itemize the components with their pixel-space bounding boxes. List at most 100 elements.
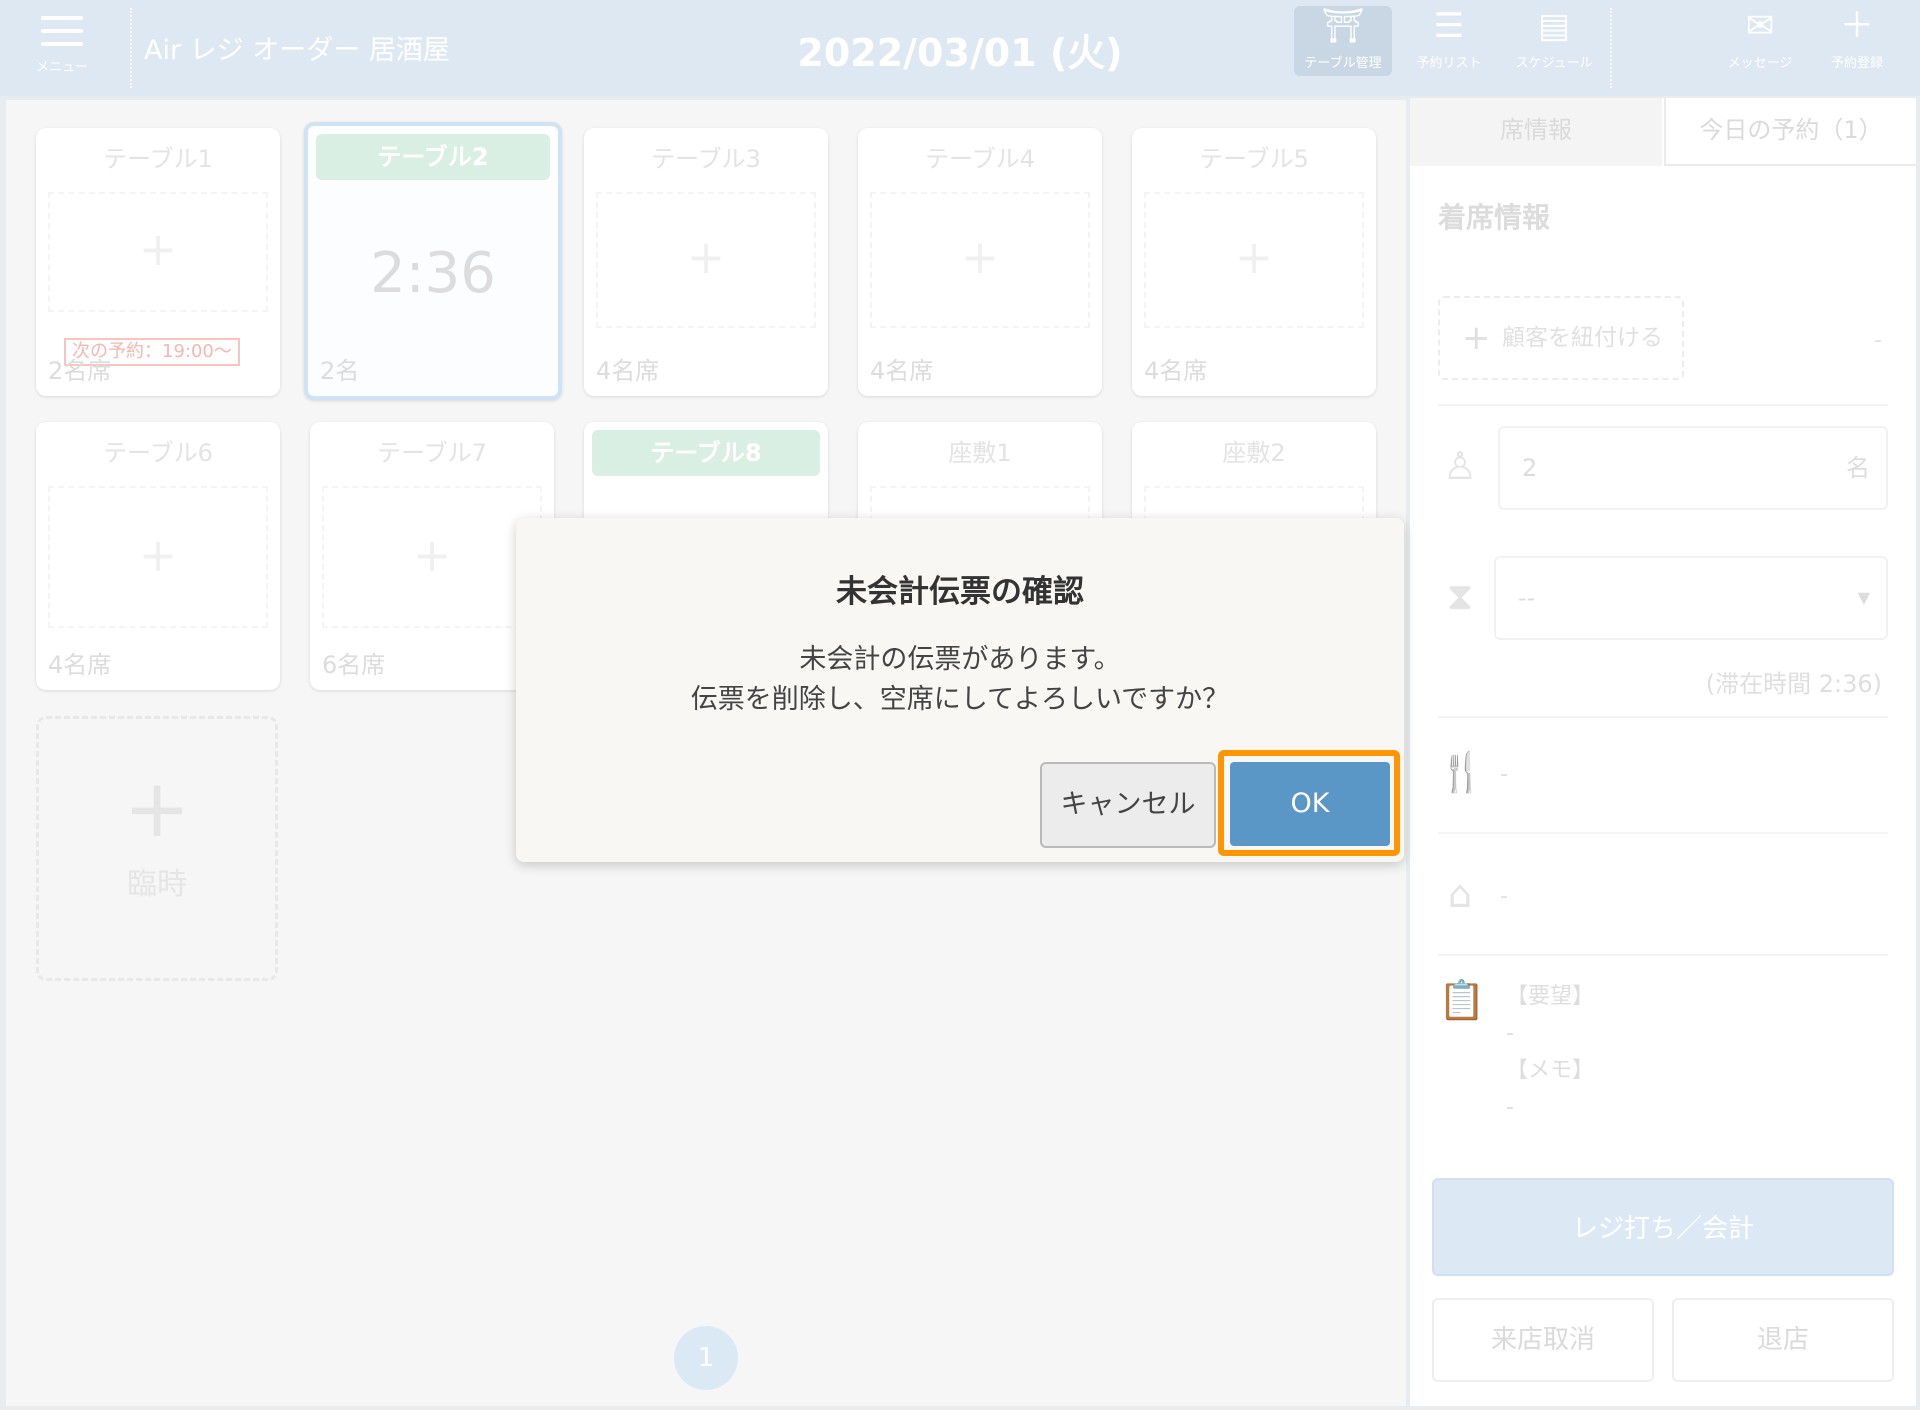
- table-name: テーブル3: [651, 145, 761, 173]
- temporary-seat-button[interactable]: + 臨時: [36, 716, 278, 981]
- plus-icon: +: [686, 230, 726, 284]
- customer-value: -: [1874, 328, 1882, 353]
- memo-value: -: [1506, 1095, 1514, 1120]
- current-date: 2022/03/01 (火): [797, 31, 1123, 75]
- cutlery-icon: 🍴: [1438, 750, 1486, 794]
- divider: [1438, 716, 1888, 718]
- course-value: -: [1500, 762, 1508, 787]
- plus-icon: +: [138, 528, 178, 582]
- seat-info-panel: 席情報 今日の予約（1） 着席情報 + 顧客を紐付ける - ♙ 2 名 ⧗ --…: [1410, 98, 1916, 1406]
- tag-icon: ⌂: [1447, 872, 1473, 916]
- guest-count-value: 2: [1522, 454, 1538, 482]
- table-capacity: 4名席: [596, 357, 660, 385]
- table-name: テーブル8: [592, 430, 820, 476]
- table-capacity: 4名席: [48, 651, 112, 679]
- guest-count-field[interactable]: 2 名: [1498, 426, 1888, 510]
- divider: [1438, 404, 1888, 406]
- leave-button[interactable]: 退店: [1672, 1298, 1894, 1382]
- person-icon: ♙: [1442, 444, 1478, 488]
- duration-select[interactable]: -- ▼: [1494, 556, 1888, 640]
- register-checkout-button[interactable]: レジ打ち／会計: [1432, 1178, 1894, 1276]
- table-name: 座敷2: [1222, 439, 1286, 467]
- memo-label: 【メモ】: [1506, 1058, 1595, 1083]
- table-name: テーブル6: [103, 439, 213, 467]
- message-button[interactable]: ✉ メッセージ: [1712, 6, 1808, 76]
- table-capacity: 6名席: [322, 651, 386, 679]
- hourglass-icon: ⧗: [1446, 574, 1474, 618]
- request-value: -: [1506, 1021, 1514, 1046]
- schedule-label: スケジュール: [1515, 56, 1593, 71]
- duration-value: --: [1518, 584, 1536, 612]
- table-capacity: 2名: [320, 357, 360, 385]
- dialog-title: 未会計伝票の確認: [836, 574, 1084, 610]
- table-card-1[interactable]: テーブル1 + 次の予約：19:00〜 2名席: [36, 128, 280, 396]
- list-icon: ☰: [1433, 6, 1465, 46]
- link-customer-label: 顧客を紐付ける: [1502, 325, 1663, 351]
- table-name: テーブル2: [316, 134, 550, 180]
- table-card-5[interactable]: テーブル5 + 4名席: [1132, 128, 1376, 396]
- reservation-list-button[interactable]: ☰ 予約リスト: [1402, 6, 1496, 76]
- table-card-4[interactable]: テーブル4 + 4名席: [858, 128, 1102, 396]
- guest-count-unit: 名: [1846, 454, 1870, 482]
- dialog-message: 未会計の伝票があります。 伝票を削除し、空席にしてよろしいですか？: [516, 640, 1404, 720]
- plus-icon: +: [960, 230, 1000, 284]
- section-title: 着席情報: [1438, 201, 1551, 234]
- reservation-list-label: 予約リスト: [1416, 56, 1482, 71]
- plus-icon: +: [1462, 318, 1491, 358]
- add-order-area: +: [870, 192, 1090, 328]
- table-name: テーブル7: [377, 439, 487, 467]
- ok-button[interactable]: OK: [1230, 762, 1390, 846]
- header: メニュー Air レジ オーダー 居酒屋 2022/03/01 (火) ⛩ テー…: [0, 0, 1920, 96]
- header-divider: [130, 8, 132, 88]
- tab-today-reservations[interactable]: 今日の予約（1）: [1664, 98, 1916, 166]
- app-title: Air レジ オーダー 居酒屋: [144, 35, 450, 66]
- table-name: 座敷1: [948, 439, 1012, 467]
- table-management-label: テーブル管理: [1304, 56, 1382, 71]
- table-name: テーブル1: [103, 145, 213, 173]
- add-order-area: +: [48, 486, 268, 628]
- plus-icon: +: [412, 528, 452, 582]
- confirm-dialog: 未会計伝票の確認 未会計の伝票があります。 伝票を削除し、空席にしてよろしいです…: [516, 518, 1404, 862]
- table-capacity: 2名席: [48, 357, 112, 385]
- add-order-area: +: [322, 486, 542, 628]
- message-label: メッセージ: [1727, 56, 1793, 71]
- table-management-button[interactable]: ⛩ テーブル管理: [1294, 6, 1392, 76]
- clipboard-icon: 📋: [1438, 978, 1486, 1022]
- table-icon: ⛩: [1321, 6, 1365, 46]
- table-card-6[interactable]: テーブル6 + 4名席: [36, 422, 280, 690]
- link-customer-button[interactable]: + 顧客を紐付ける: [1438, 296, 1684, 380]
- add-reservation-button[interactable]: ＋ 予約登録: [1812, 6, 1902, 76]
- table-card-3[interactable]: テーブル3 + 4名席: [584, 128, 828, 396]
- hamburger-icon: [41, 16, 83, 46]
- add-order-area: +: [1144, 192, 1364, 328]
- schedule-icon: ▤: [1537, 6, 1571, 46]
- tag-value: -: [1500, 884, 1508, 909]
- header-divider: [1610, 8, 1612, 88]
- table-name: テーブル4: [925, 145, 1035, 173]
- add-reservation-label: 予約登録: [1830, 56, 1883, 71]
- table-capacity: 4名席: [1144, 357, 1208, 385]
- plus-icon: +: [1234, 230, 1274, 284]
- plus-icon: ＋: [1840, 6, 1874, 46]
- mail-icon: ✉: [1745, 6, 1775, 46]
- schedule-button[interactable]: ▤ スケジュール: [1506, 6, 1602, 76]
- menu-button[interactable]: メニュー: [22, 12, 102, 84]
- table-card-2[interactable]: テーブル2 2:36 2名: [304, 122, 562, 400]
- table-capacity: 4名席: [870, 357, 934, 385]
- cancel-visit-button[interactable]: 来店取消: [1432, 1298, 1654, 1382]
- menu-label: メニュー: [35, 60, 88, 75]
- page-indicator[interactable]: 1: [674, 1326, 738, 1390]
- table-name: テーブル5: [1199, 145, 1309, 173]
- chevron-down-icon: ▼: [1857, 588, 1870, 607]
- dialog-message-line: 伝票を削除し、空席にしてよろしいですか？: [690, 684, 1230, 715]
- request-memo: 【要望】 - 【メモ】 -: [1506, 978, 1594, 1126]
- add-order-area: +: [596, 192, 816, 328]
- temporary-seat-label: 臨時: [127, 867, 187, 902]
- plus-icon: +: [138, 222, 178, 276]
- stay-time: (滞在時間 2:36): [1705, 670, 1882, 698]
- elapsed-timer: 2:36: [370, 241, 496, 306]
- cancel-button[interactable]: キャンセル: [1040, 762, 1216, 848]
- dialog-message-line: 未会計の伝票があります。: [799, 644, 1121, 675]
- add-order-area: +: [48, 192, 268, 312]
- tab-seat-info[interactable]: 席情報: [1410, 98, 1662, 166]
